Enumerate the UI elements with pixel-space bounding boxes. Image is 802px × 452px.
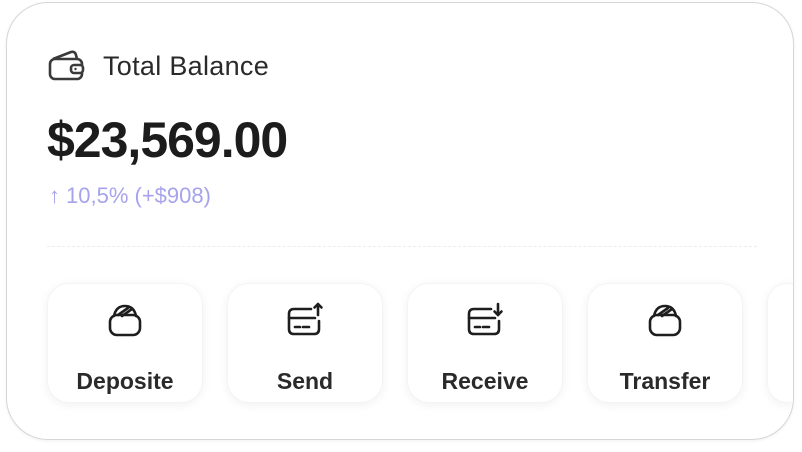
- total-balance-card: Total Balance $23,569.00 ↑ 10,5% (+$908)…: [6, 2, 794, 440]
- transfer-label: Transfer: [619, 368, 711, 394]
- more-action-button[interactable]: [767, 283, 793, 403]
- receive-label: Receive: [441, 368, 529, 394]
- balance-amount: $23,569.00: [47, 112, 288, 168]
- balance-change-text: 10,5% (+$908): [66, 183, 211, 208]
- wallet-icon: [47, 49, 85, 83]
- transfer-button[interactable]: Transfer: [587, 283, 743, 403]
- deposit-label: Deposite: [76, 368, 174, 394]
- action-buttons: Deposite Send Receive Transfer: [47, 283, 793, 403]
- receive-card-icon: [465, 300, 505, 340]
- divider: [47, 246, 757, 247]
- receive-button[interactable]: Receive: [407, 283, 563, 403]
- deposit-button[interactable]: Deposite: [47, 283, 203, 403]
- arrow-up-icon: ↑: [49, 183, 60, 208]
- send-card-icon: [285, 300, 325, 340]
- card-title: Total Balance: [103, 50, 270, 81]
- balance-change: ↑ 10,5% (+$908): [49, 183, 211, 209]
- send-button[interactable]: Send: [227, 283, 383, 403]
- send-label: Send: [276, 368, 334, 394]
- transfer-icon: [645, 300, 685, 340]
- card-header: Total Balance: [47, 49, 269, 83]
- deposit-icon: [105, 300, 145, 340]
